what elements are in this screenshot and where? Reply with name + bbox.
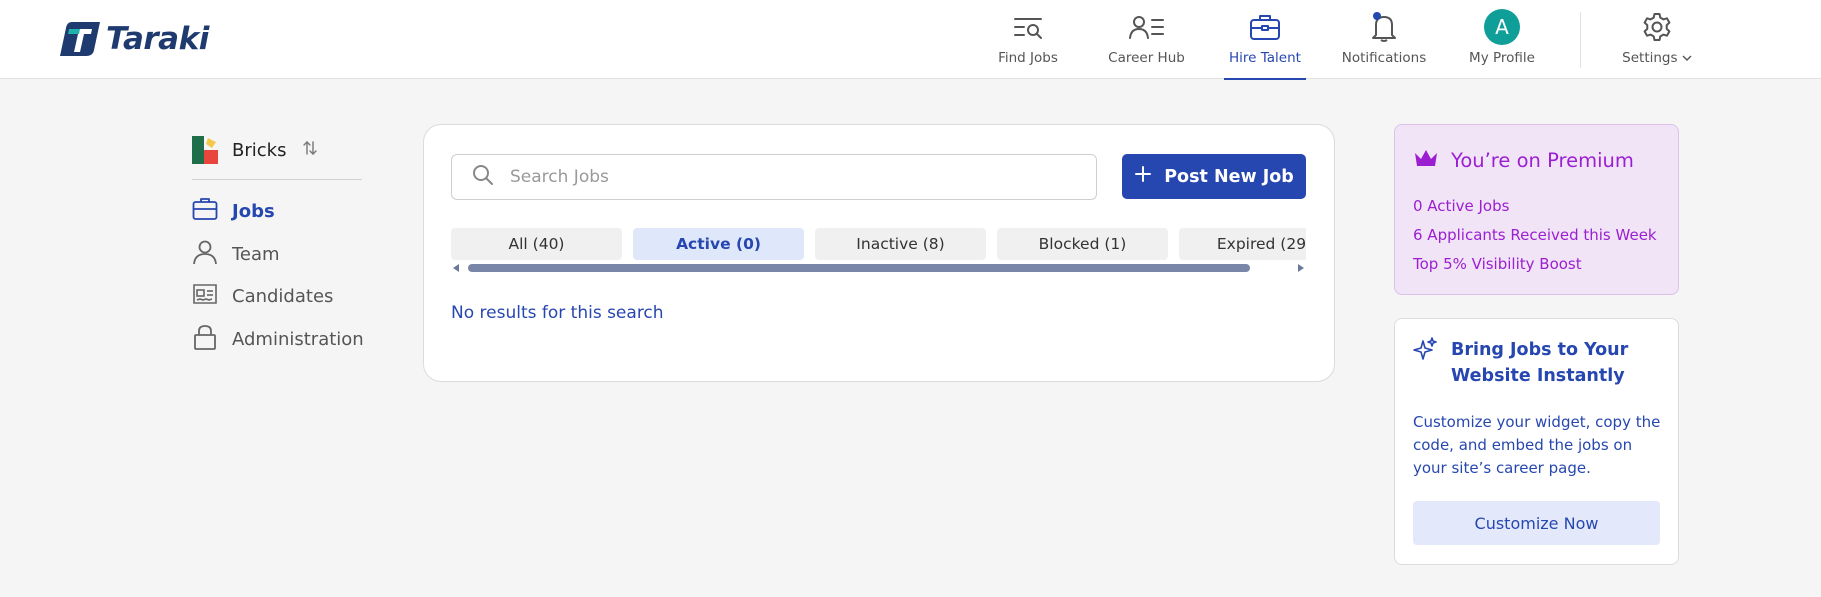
premium-title-text: You’re on Premium [1451,149,1634,172]
nav-my-profile[interactable]: A My Profile [1469,0,1535,79]
sidebar-item-team[interactable]: Team [192,239,280,270]
id-card-icon [192,282,218,311]
jobs-panel: Post New Job All (40) Active (0) Inactiv… [423,124,1335,382]
find-jobs-icon [1012,12,1044,42]
search-field[interactable] [451,154,1097,200]
settings-label-wrap: Settings [1622,50,1692,66]
widget-description: Customize your widget, copy the code, an… [1413,413,1661,477]
career-hub-icon [1128,12,1165,42]
avatar: A [1484,9,1520,45]
tab-all[interactable]: All (40) [451,228,622,260]
scroll-left-arrow-icon[interactable] [453,264,459,272]
sparkle-icon [1413,337,1437,389]
nav-career-hub[interactable]: Career Hub [1108,0,1185,79]
company-switcher[interactable]: Bricks [192,136,318,164]
briefcase-icon [192,197,218,226]
premium-applicants: 6 Applicants Received this Week [1413,226,1657,244]
search-input[interactable] [510,167,1070,187]
widget-title: Bring Jobs to Your Website Instantly [1451,340,1629,386]
brand-name: Taraki [106,21,209,57]
chevron-down-icon [1682,50,1692,66]
nav-hire-talent[interactable]: Hire Talent [1224,0,1306,80]
sidebar-item-candidates[interactable]: Candidates [192,282,333,311]
status-tabs: All (40) Active (0) Inactive (8) Blocked… [451,228,1306,260]
plus-icon [1134,165,1152,188]
nav-settings[interactable]: Settings [1622,0,1692,79]
company-logo-icon [192,136,220,164]
nav-divider [1580,12,1581,68]
settings-label: Settings [1622,50,1678,66]
logo-mark-icon [58,20,102,58]
bell-icon [1368,12,1400,42]
post-new-job-label: Post New Job [1164,166,1294,187]
taraki-logo[interactable]: Taraki [58,19,209,59]
job-widget-card: Bring Jobs to Your Website Instantly Cus… [1394,318,1679,565]
lock-icon [192,324,218,355]
sidebar-item-jobs[interactable]: Jobs [192,197,275,226]
scrollbar-thumb[interactable] [468,264,1250,272]
person-icon [192,239,218,270]
top-navigation-bar: Taraki Find Jobs Career Hub Hire Talent [0,0,1821,80]
tab-inactive[interactable]: Inactive (8) [815,228,986,260]
tab-expired[interactable]: Expired (29) [1179,228,1306,260]
search-icon [472,164,494,191]
premium-active-jobs: 0 Active Jobs [1413,197,1510,215]
sidebar-item-label: Candidates [232,286,334,307]
sidebar-item-label: Jobs [232,201,275,222]
sidebar-item-label: Administration [232,329,364,350]
briefcase-icon [1249,12,1281,42]
customize-now-button[interactable]: Customize Now [1413,501,1660,545]
sort-arrows-icon[interactable] [302,140,318,161]
avatar-wrapper: A [1484,9,1520,45]
active-tab-indicator [1224,78,1306,80]
gear-icon [1641,12,1673,42]
nav-notifications[interactable]: Notifications [1342,0,1426,79]
crown-icon [1413,147,1439,174]
tab-blocked[interactable]: Blocked (1) [997,228,1168,260]
premium-status-card: You’re on Premium 0 Active Jobs 6 Applic… [1394,124,1679,295]
nav-find-jobs[interactable]: Find Jobs [995,0,1061,79]
empty-state-message: No results for this search [451,303,664,323]
company-name: Bricks [232,139,287,161]
sidebar-item-label: Team [232,244,280,265]
premium-visibility: Top 5% Visibility Boost [1413,255,1582,273]
tab-active[interactable]: Active (0) [633,228,804,260]
scroll-right-arrow-icon[interactable] [1298,264,1304,272]
widget-header: Bring Jobs to Your Website Instantly [1413,337,1671,389]
post-new-job-button[interactable]: Post New Job [1122,154,1306,199]
premium-title: You’re on Premium [1413,147,1634,174]
tabs-scrollbar[interactable] [451,262,1306,274]
sidebar-divider [192,179,362,180]
sidebar-item-administration[interactable]: Administration [192,324,364,355]
